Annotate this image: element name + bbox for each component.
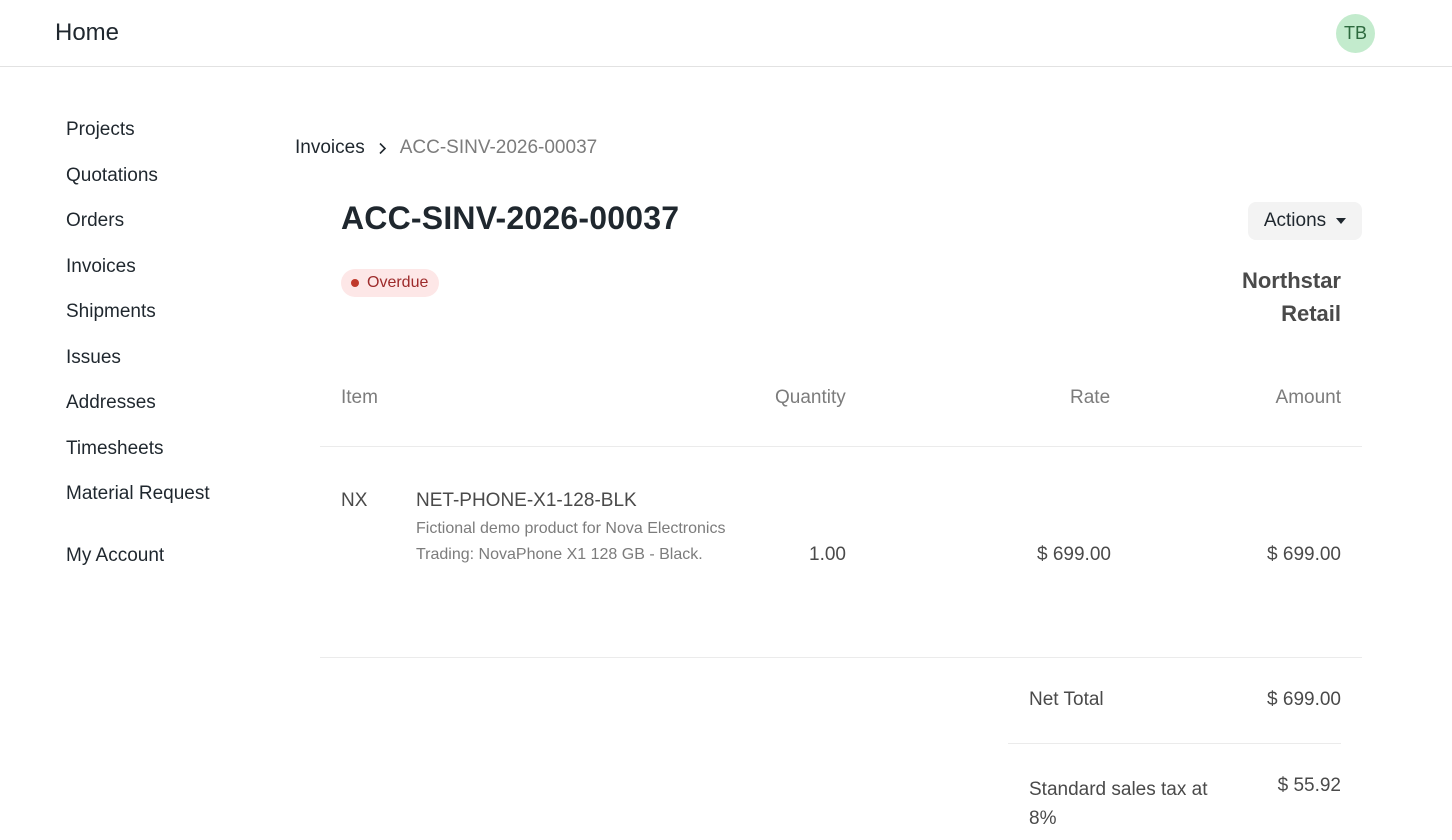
- column-header-rate: Rate: [1070, 387, 1111, 408]
- chevron-right-icon: [378, 142, 387, 155]
- sidebar-item-issues[interactable]: Issues: [66, 347, 121, 369]
- column-header-item: Item: [341, 387, 378, 408]
- sidebar-item-timesheets[interactable]: Timesheets: [66, 438, 164, 460]
- totals-divider: [1008, 743, 1341, 744]
- column-header-quantity: Quantity: [775, 387, 846, 408]
- customer-name-line1: Northstar: [1241, 268, 1341, 293]
- page-title: ACC-SINV-2026-00037: [341, 200, 680, 236]
- sidebar-item-shipments[interactable]: Shipments: [66, 301, 156, 323]
- column-header-amount: Amount: [1275, 387, 1341, 408]
- caret-down-icon: [1336, 218, 1347, 224]
- item-code: NX: [341, 490, 368, 511]
- status-badge-label: Overdue: [367, 274, 429, 291]
- tax-value: $ 55.92: [1277, 775, 1341, 796]
- user-avatar[interactable]: TB: [1336, 14, 1375, 53]
- table-header-divider: [320, 446, 1362, 447]
- tax-label: Standard sales tax at 8%: [1029, 779, 1208, 829]
- item-description: Fictional demo product for Nova Electron…: [416, 520, 726, 563]
- sidebar-item-my-account[interactable]: My Account: [66, 545, 164, 567]
- customer-name: Northstar Retail: [1180, 264, 1341, 330]
- table-row-divider: [320, 657, 1362, 658]
- net-total-value: $ 699.00: [1267, 689, 1341, 710]
- item-quantity: 1.00: [809, 544, 846, 565]
- breadcrumb-invoices-link[interactable]: Invoices: [295, 137, 365, 159]
- net-total-label: Net Total: [1029, 689, 1104, 710]
- home-link[interactable]: Home: [55, 19, 119, 47]
- sidebar-item-projects[interactable]: Projects: [66, 119, 135, 141]
- sidebar-item-addresses[interactable]: Addresses: [66, 392, 156, 414]
- actions-button-label: Actions: [1263, 210, 1327, 231]
- status-badge: Overdue: [341, 269, 440, 297]
- sidebar-item-quotations[interactable]: Quotations: [66, 165, 158, 187]
- item-name: NET-PHONE-X1-128-BLK: [416, 490, 637, 511]
- item-amount: $ 699.00: [1267, 544, 1341, 565]
- sidebar-item-invoices[interactable]: Invoices: [66, 256, 136, 278]
- status-dot-icon: [351, 279, 359, 287]
- sidebar-item-orders[interactable]: Orders: [66, 210, 124, 232]
- breadcrumb: Invoices ACC-SINV-2026-00037: [295, 137, 597, 159]
- actions-dropdown-button[interactable]: Actions: [1248, 202, 1362, 240]
- navbar: Home TB: [0, 0, 1452, 67]
- customer-name-line2: Retail: [1281, 301, 1341, 326]
- breadcrumb-current: ACC-SINV-2026-00037: [399, 137, 598, 158]
- item-rate: $ 699.00: [1037, 544, 1111, 565]
- sidebar-item-material-request[interactable]: Material Request: [66, 483, 210, 505]
